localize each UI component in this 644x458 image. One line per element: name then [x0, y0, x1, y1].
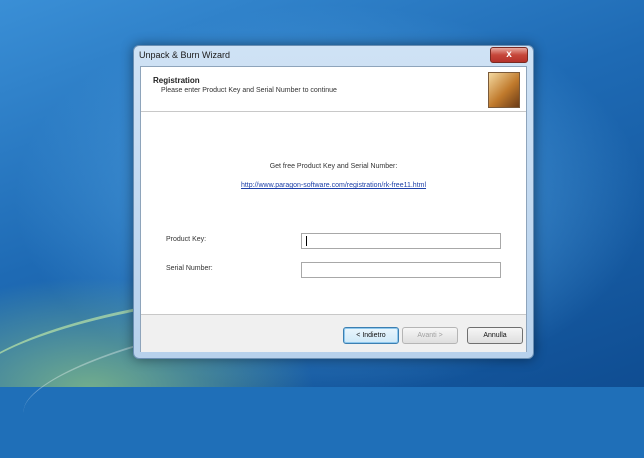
page-subtitle: Please enter Product Key and Serial Numb…	[161, 87, 337, 94]
free-key-label: Get free Product Key and Serial Number:	[269, 163, 398, 170]
cancel-button[interactable]: Annulla	[467, 327, 523, 344]
close-button[interactable]: x	[490, 47, 528, 63]
next-button[interactable]: Avanti >	[402, 327, 458, 344]
wizard-window: Unpack & Burn Wizard x Registration Plea…	[133, 45, 534, 359]
wizard-banner-icon	[488, 72, 520, 108]
wizard-footer: < Indietro Avanti > Annulla	[141, 314, 526, 352]
wizard-body: Get free Product Key and Serial Number: …	[141, 112, 526, 314]
window-title: Unpack & Burn Wizard	[139, 50, 231, 60]
title-bar[interactable]: Unpack & Burn Wizard x	[134, 46, 533, 65]
registration-link[interactable]: http://www.paragon-software.com/registra…	[141, 182, 526, 189]
text-caret	[306, 236, 307, 246]
page-title: Registration	[153, 76, 200, 85]
back-button[interactable]: < Indietro	[343, 327, 399, 344]
close-icon: x	[506, 49, 512, 60]
serial-number-field[interactable]	[301, 262, 501, 278]
wizard-client-area: Registration Please enter Product Key an…	[140, 66, 527, 352]
product-key-field[interactable]	[301, 233, 501, 249]
serial-number-label: Serial Number:	[166, 265, 213, 272]
wizard-header: Registration Please enter Product Key an…	[141, 67, 526, 112]
product-key-label: Product Key:	[166, 236, 207, 243]
